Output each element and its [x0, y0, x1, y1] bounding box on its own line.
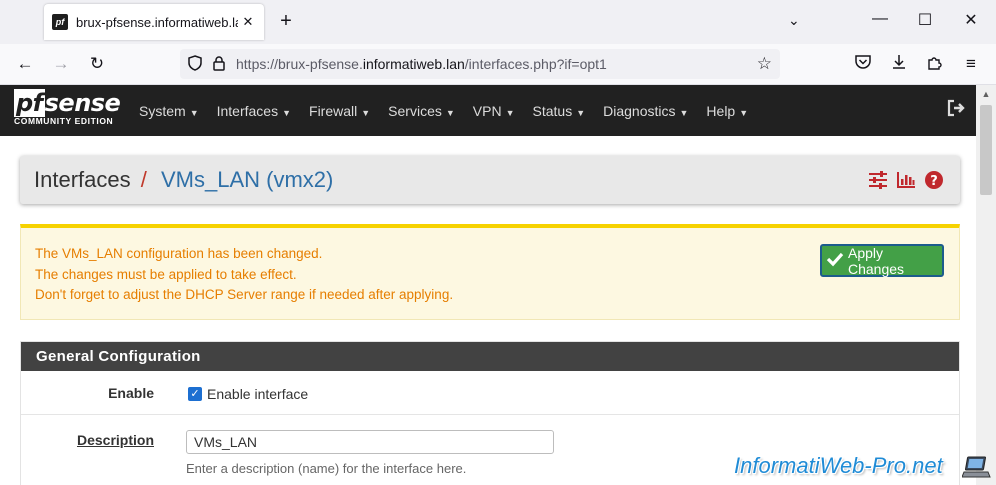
forward-arrow-icon[interactable]: → [50, 53, 72, 75]
pocket-icon[interactable] [852, 53, 874, 75]
menu-help[interactable]: Help ▼ [706, 103, 748, 119]
changes-alert: The VMs_LAN configuration has been chang… [20, 224, 960, 320]
svg-text:?: ? [930, 174, 938, 189]
menu-diagnostics[interactable]: Diagnostics ▼ [603, 103, 688, 119]
logout-icon[interactable] [946, 99, 966, 122]
bookmark-star-icon[interactable]: ☆ [757, 54, 772, 74]
description-help-text: Enter a description (name) for the inter… [186, 461, 467, 476]
browser-tab-bar: pf brux-pfsense.informatiweb.lan ✕ + ⌄ —… [0, 0, 996, 44]
tab-title: brux-pfsense.informatiweb.lan [76, 14, 238, 30]
panel-title: General Configuration [21, 342, 959, 371]
scroll-up-arrow-icon[interactable]: ▲ [976, 85, 996, 103]
pfsense-favicon-icon: pf [52, 14, 68, 30]
menu-system[interactable]: System ▼ [139, 103, 199, 119]
watermark-text: InformatiWeb-Pro.net [734, 453, 943, 478]
breadcrumb-actions: ? [860, 170, 944, 190]
menu-status[interactable]: Status ▼ [533, 103, 586, 119]
main-menu: System ▼ Interfaces ▼ Firewall ▼ Services ▼ … [139, 85, 766, 136]
menu-vpn[interactable]: VPN ▼ [473, 103, 515, 119]
enable-label: Enable [108, 385, 154, 401]
apply-changes-label: Apply Changes [848, 244, 905, 277]
lock-icon[interactable] [212, 55, 226, 74]
logo-sense: sense [44, 89, 121, 117]
pfsense-navbar: pfsense COMMUNITY EDITION System ▼ Interf… [0, 85, 976, 136]
maximize-icon[interactable]: ☐ [915, 10, 935, 30]
breadcrumb-root[interactable]: Interfaces [34, 167, 131, 192]
checkmark-icon [826, 251, 844, 270]
address-bar[interactable]: https://brux-pfsense.informatiweb.lan/in… [180, 49, 780, 79]
breadcrumb: Interfaces / VMs_LAN (vmx2) ? [20, 156, 960, 204]
apply-changes-button[interactable]: Apply Changes [820, 244, 944, 277]
reload-icon[interactable]: ↻ [86, 53, 108, 75]
sliders-icon[interactable] [868, 170, 888, 190]
logo-pf: pf [14, 89, 45, 117]
enable-interface-label[interactable]: Enable interface [207, 386, 308, 402]
laptop-icon [961, 455, 992, 481]
menu-services[interactable]: Services ▼ [388, 103, 455, 119]
alert-line: Don't forget to adjust the DHCP Server r… [35, 287, 454, 302]
hamburger-menu-icon[interactable]: ≡ [960, 53, 982, 75]
extensions-icon[interactable] [924, 53, 946, 75]
breadcrumb-current[interactable]: VMs_LAN (vmx2) [161, 167, 333, 192]
browser-tab[interactable]: pf brux-pfsense.informatiweb.lan ✕ [44, 4, 264, 40]
main-content: Interfaces / VMs_LAN (vmx2) ? The VMs_LA… [0, 136, 976, 485]
caret-down-icon: ▼ [505, 107, 515, 118]
scrollbar-thumb[interactable] [980, 105, 992, 195]
browser-navigation-bar: ← → ↻ https://brux-pfsense.informatiweb.… [0, 44, 996, 85]
bar-chart-icon[interactable] [896, 170, 916, 190]
new-tab-icon[interactable]: + [276, 10, 296, 34]
caret-down-icon: ▼ [576, 107, 586, 118]
url-text[interactable]: https://brux-pfsense.informatiweb.lan/in… [236, 56, 607, 72]
caret-down-icon: ▼ [189, 107, 199, 118]
minimize-icon[interactable]: — [870, 10, 890, 28]
chevron-down-icon[interactable]: ⌄ [788, 12, 800, 29]
alert-line: The changes must be applied to take effe… [35, 266, 297, 282]
logo-edition: COMMUNITY EDITION [14, 116, 114, 126]
download-icon[interactable] [888, 53, 910, 75]
back-arrow-icon[interactable]: ← [14, 53, 36, 75]
close-tab-icon[interactable]: ✕ [240, 14, 256, 30]
caret-down-icon: ▼ [361, 107, 371, 118]
enable-interface-checkbox[interactable]: ✓ [188, 387, 202, 401]
caret-down-icon: ▼ [445, 107, 455, 118]
help-question-icon[interactable]: ? [924, 170, 944, 190]
caret-down-icon: ▼ [282, 107, 292, 118]
description-label[interactable]: Description [77, 432, 154, 448]
caret-down-icon: ▼ [679, 107, 689, 118]
pfsense-logo[interactable]: pfsense COMMUNITY EDITION [14, 89, 124, 132]
description-input[interactable] [186, 430, 554, 454]
alert-line: The VMs_LAN configuration has been chang… [35, 246, 323, 261]
enable-row: Enable ✓ Enable interface [21, 371, 959, 415]
caret-down-icon: ▼ [739, 107, 749, 118]
breadcrumb-separator: / [140, 167, 147, 192]
page-scrollbar[interactable]: ▲ [976, 85, 996, 485]
shield-icon[interactable] [188, 54, 202, 74]
menu-firewall[interactable]: Firewall ▼ [309, 103, 370, 119]
window-close-icon[interactable]: ✕ [961, 10, 981, 30]
menu-interfaces[interactable]: Interfaces ▼ [217, 103, 291, 119]
